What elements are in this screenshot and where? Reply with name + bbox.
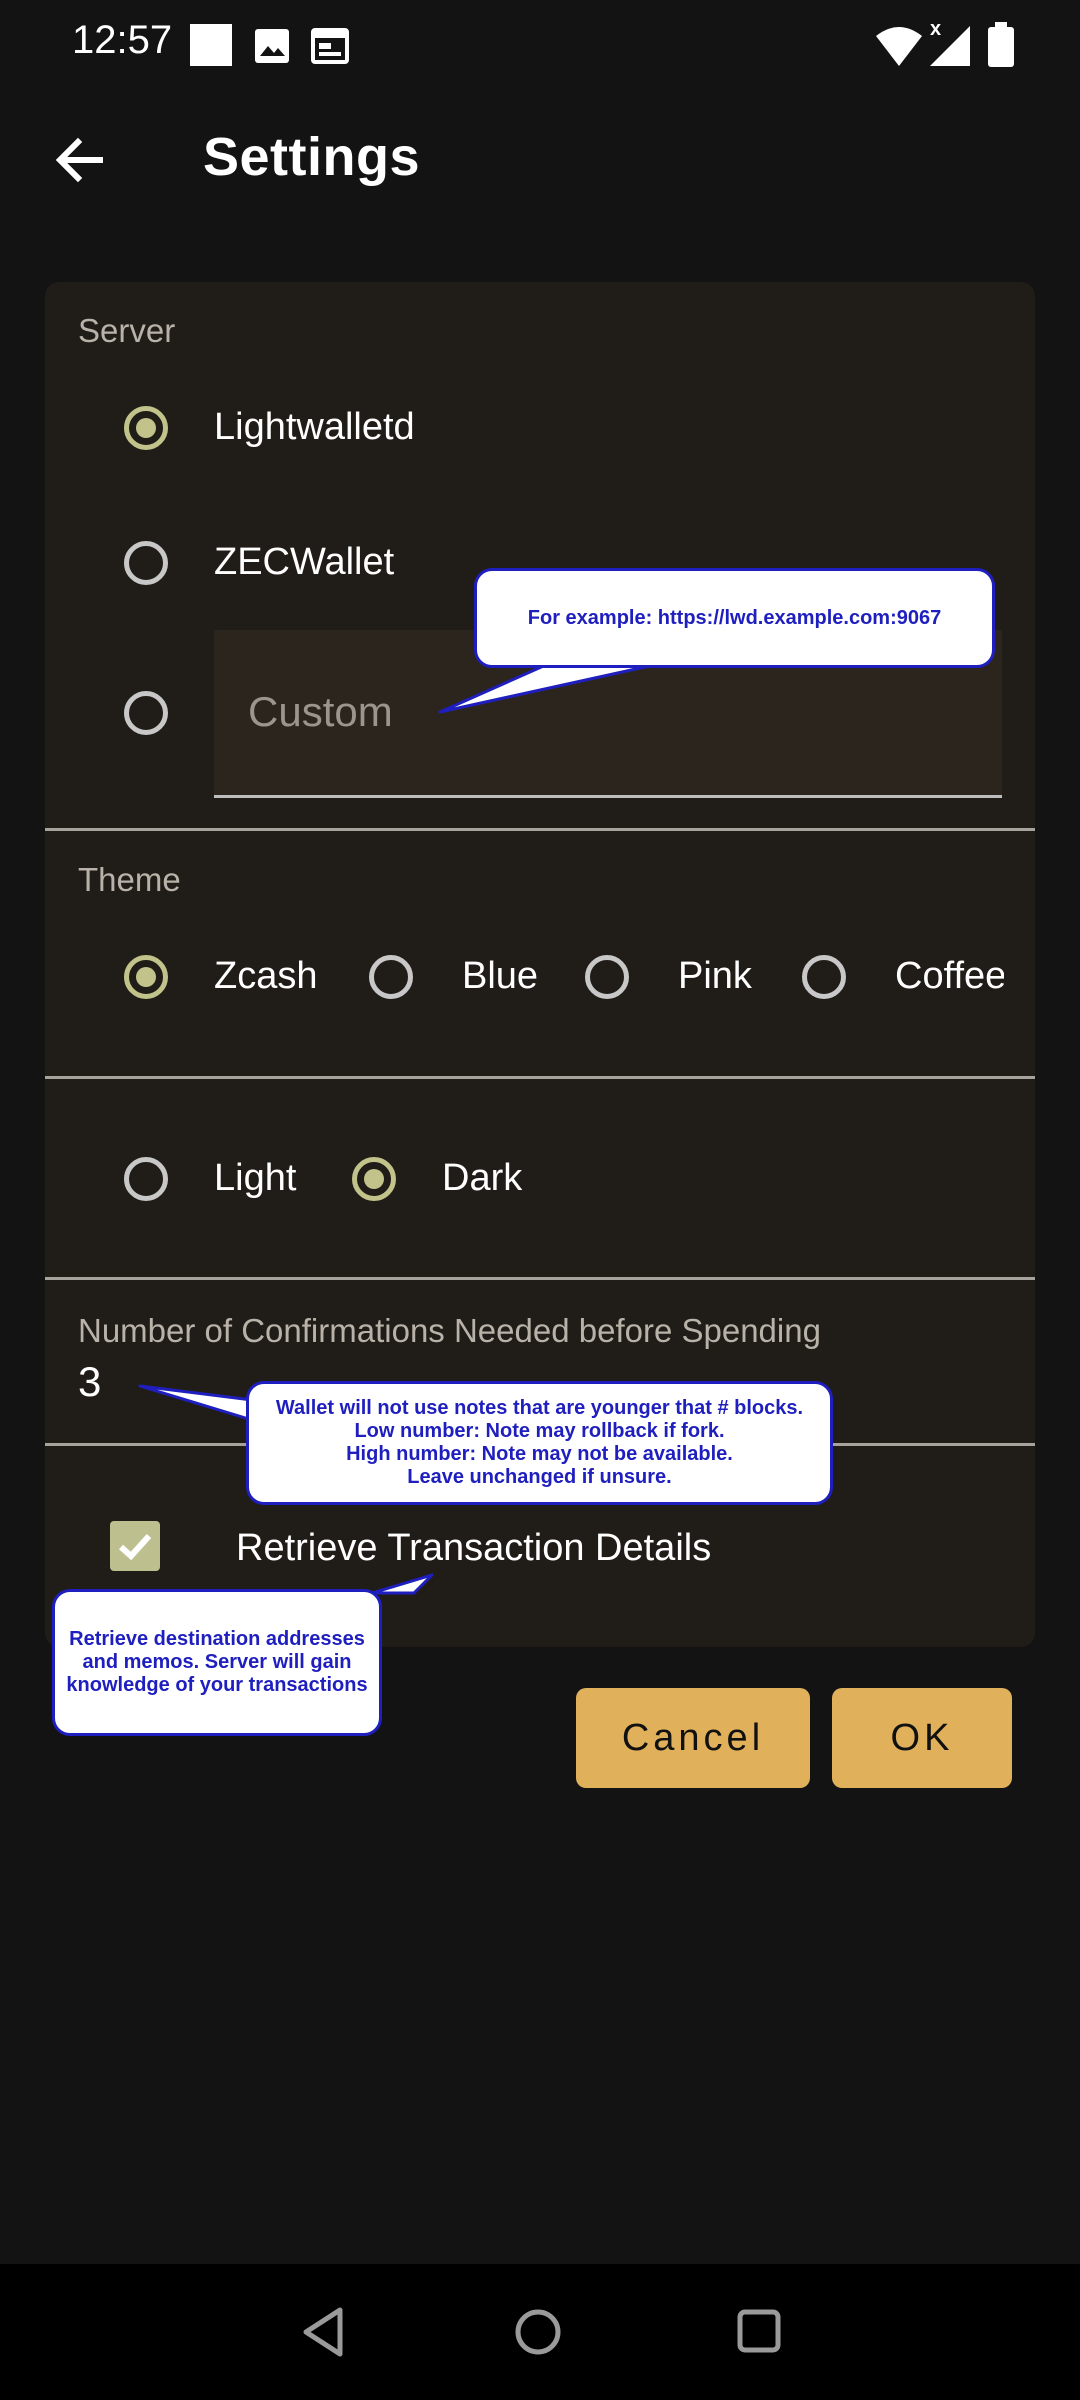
theme-radio-blue[interactable] — [369, 955, 413, 999]
theme-option-pink-label[interactable]: Pink — [678, 955, 752, 998]
theme-option-zcash-label[interactable]: Zcash — [214, 955, 317, 998]
section-divider — [45, 1277, 1035, 1280]
brightness-radio-dark[interactable] — [352, 1157, 396, 1201]
section-divider — [45, 1076, 1035, 1079]
brightness-option-light-label[interactable]: Light — [214, 1157, 296, 1200]
server-radio-zecwallet[interactable] — [124, 541, 168, 585]
status-time: 12:57 — [72, 18, 173, 62]
image-icon — [255, 29, 289, 63]
signal-icon — [930, 26, 970, 66]
server-section-label: Server — [78, 312, 176, 349]
server-option-lightwalletd-label[interactable]: Lightwalletd — [214, 406, 415, 449]
theme-section-label: Theme — [78, 861, 181, 898]
cancel-button[interactable]: Cancel — [576, 1688, 810, 1788]
calendar-icon — [311, 28, 349, 64]
theme-radio-zcash[interactable] — [124, 955, 168, 999]
confirmations-input[interactable]: 3 — [78, 1358, 101, 1406]
confirmations-tooltip: Wallet will not use notes that are young… — [246, 1381, 833, 1505]
retrieve-details-tooltip: Retrieve destination addresses and memos… — [52, 1589, 382, 1736]
retrieve-details-checkbox[interactable] — [110, 1521, 160, 1571]
server-example-tooltip: For example: https://lwd.example.com:906… — [474, 568, 995, 668]
theme-options-row: Zcash Blue Pink Coffee — [214, 930, 1004, 1020]
battery-icon — [988, 22, 1014, 67]
ok-button[interactable]: OK — [832, 1688, 1012, 1788]
theme-radio-coffee[interactable] — [802, 955, 846, 999]
theme-radio-pink[interactable] — [585, 955, 629, 999]
server-radio-lightwalletd[interactable] — [124, 406, 168, 450]
page-title: Settings — [203, 127, 421, 187]
confirmations-tooltip-text: Wallet will not use notes that are young… — [275, 1397, 804, 1488]
section-divider — [45, 828, 1035, 831]
nav-home-icon[interactable] — [512, 2306, 564, 2358]
retrieve-details-label[interactable]: Retrieve Transaction Details — [236, 1527, 711, 1570]
system-navigation-bar — [0, 2264, 1080, 2400]
brightness-option-dark-label[interactable]: Dark — [442, 1157, 522, 1200]
check-icon — [118, 1533, 152, 1561]
server-radio-custom[interactable] — [124, 691, 168, 735]
custom-server-placeholder: Custom — [248, 688, 393, 735]
server-option-zecwallet-label[interactable]: ZECWallet — [214, 541, 394, 584]
wifi-icon — [876, 27, 922, 66]
nav-recents-icon[interactable] — [734, 2306, 784, 2356]
theme-option-blue-label[interactable]: Blue — [462, 955, 538, 998]
confirmations-label: Number of Confirmations Needed before Sp… — [78, 1312, 821, 1349]
nav-back-icon[interactable] — [298, 2304, 348, 2360]
brightness-radio-light[interactable] — [124, 1157, 168, 1201]
server-example-tooltip-text: For example: https://lwd.example.com:906… — [527, 606, 942, 629]
square-notification-icon — [190, 24, 232, 66]
retrieve-details-tooltip-text: Retrieve destination addresses and memos… — [66, 1628, 368, 1696]
theme-option-coffee-label[interactable]: Coffee — [895, 955, 1004, 998]
arrow-back-icon[interactable] — [50, 130, 110, 190]
